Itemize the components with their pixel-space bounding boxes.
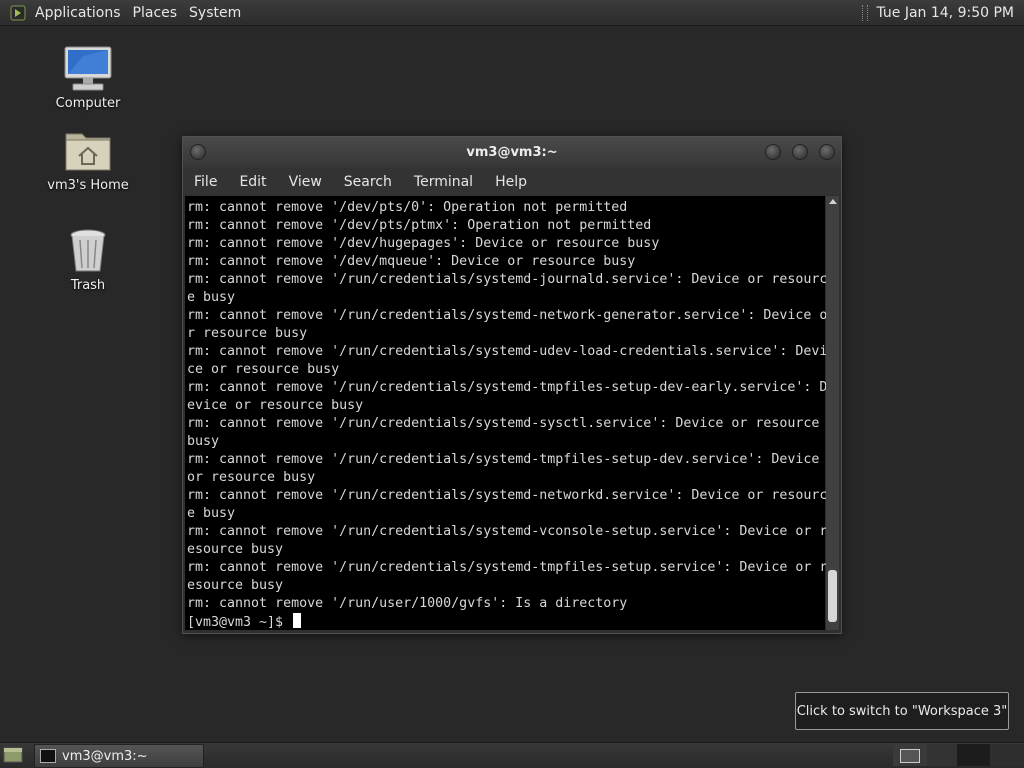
window-title: vm3@vm3:~ <box>466 145 558 160</box>
terminal-line: rm: cannot remove '/run/credentials/syst… <box>187 308 828 323</box>
desktop-icon-computer[interactable]: Computer <box>38 46 138 111</box>
terminal-line: rm: cannot remove '/run/credentials/syst… <box>187 344 828 359</box>
desktop-icon-label: Computer <box>55 96 121 111</box>
menu-system[interactable]: System <box>187 5 249 21</box>
applications-logo-icon[interactable] <box>9 4 27 22</box>
terminal-icon <box>40 749 56 763</box>
terminal-output[interactable]: rm: cannot remove '/dev/pts/0': Operatio… <box>185 196 827 632</box>
terminal-line: rm: cannot remove '/dev/mqueue': Device … <box>187 254 636 269</box>
menu-help[interactable]: Help <box>484 174 538 190</box>
terminal-line: rm: cannot remove '/run/credentials/syst… <box>187 560 828 575</box>
scrollbar-thumb[interactable] <box>828 570 837 622</box>
desktop-icon-label: Trash <box>70 278 106 293</box>
scrollbar[interactable] <box>826 196 839 630</box>
workspace-4[interactable] <box>990 744 1024 766</box>
terminal-line: rm: cannot remove '/dev/hugepages': Devi… <box>187 236 660 251</box>
panel-handle[interactable] <box>862 4 869 21</box>
window-menu-button[interactable] <box>190 144 206 160</box>
maximize-button[interactable] <box>792 144 808 160</box>
terminal-line: rm: cannot remove '/run/credentials/syst… <box>187 488 828 503</box>
show-desktop-icon[interactable] <box>3 747 23 763</box>
trash-icon <box>63 228 113 274</box>
terminal-line: busy <box>187 434 220 449</box>
terminal-line: evice or resource busy <box>187 398 364 413</box>
terminal-line: e busy <box>187 290 236 305</box>
terminal-menubar: File Edit View Search Terminal Help <box>183 168 841 195</box>
terminal-text: rm: cannot remove '/dev/pts/0': Operatio… <box>187 199 827 632</box>
workspace-1[interactable] <box>893 744 927 766</box>
terminal-line: r resource busy <box>187 326 308 341</box>
terminal-prompt: [vm3@vm3 ~]$ <box>187 615 292 630</box>
terminal-window[interactable]: vm3@vm3:~ File Edit View Search Terminal… <box>182 136 842 634</box>
terminal-line: ce or resource busy <box>187 362 340 377</box>
text-cursor <box>293 613 302 628</box>
terminal-line: rm: cannot remove '/run/credentials/syst… <box>187 416 820 431</box>
top-panel: Applications Places System Tue Jan 14, 9… <box>0 0 1024 26</box>
terminal-line: rm: cannot remove '/run/credentials/syst… <box>187 380 828 395</box>
window-titlebar[interactable]: vm3@vm3:~ <box>183 137 841 168</box>
taskbar-button-label: vm3@vm3:~ <box>62 748 148 764</box>
desktop-icon-trash[interactable]: Trash <box>38 228 138 293</box>
terminal-line: rm: cannot remove '/dev/pts/0': Operatio… <box>187 200 628 215</box>
menu-search[interactable]: Search <box>333 174 403 190</box>
terminal-line: or resource busy <box>187 470 316 485</box>
terminal-line: e busy <box>187 506 236 521</box>
terminal-line: rm: cannot remove '/run/user/1000/gvfs':… <box>187 596 628 611</box>
home-folder-icon <box>63 128 113 174</box>
terminal-line: esource busy <box>187 578 284 593</box>
menu-places[interactable]: Places <box>131 5 186 21</box>
menu-file[interactable]: File <box>183 174 228 190</box>
menu-view[interactable]: View <box>278 174 333 190</box>
minimize-button[interactable] <box>765 144 781 160</box>
close-button[interactable] <box>819 144 835 160</box>
terminal-line: rm: cannot remove '/dev/pts/ptmx': Opera… <box>187 218 652 233</box>
terminal-line: rm: cannot remove '/run/credentials/syst… <box>187 524 828 539</box>
terminal-prompt-line[interactable]: [vm3@vm3 ~]$ <box>187 613 827 632</box>
taskbar-terminal-button[interactable]: vm3@vm3:~ <box>34 744 204 768</box>
window-thumbnail <box>900 749 920 763</box>
bottom-panel: vm3@vm3:~ <box>0 742 1024 768</box>
desktop-icon-home[interactable]: vm3's Home <box>38 128 138 193</box>
menu-edit[interactable]: Edit <box>228 174 277 190</box>
desktop-icon-label: vm3's Home <box>47 178 129 193</box>
computer-icon <box>63 46 113 92</box>
terminal-line: rm: cannot remove '/run/credentials/syst… <box>187 452 820 467</box>
workspace-2[interactable] <box>927 744 957 766</box>
workspace-3[interactable] <box>957 744 990 766</box>
menu-terminal[interactable]: Terminal <box>403 174 484 190</box>
terminal-line: esource busy <box>187 542 284 557</box>
terminal-line: rm: cannot remove '/run/credentials/syst… <box>187 272 828 287</box>
menu-applications[interactable]: Applications <box>33 5 129 21</box>
scroll-up-arrow-icon[interactable] <box>828 199 837 204</box>
clock[interactable]: Tue Jan 14, 9:50 PM <box>876 5 1024 21</box>
workspace-tooltip: Click to switch to "Workspace 3" <box>795 692 1009 730</box>
